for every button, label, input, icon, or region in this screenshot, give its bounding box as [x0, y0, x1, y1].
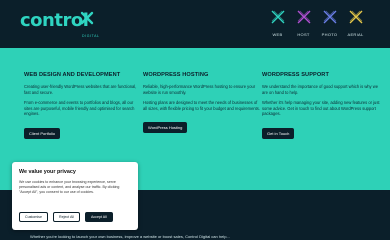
service-text: From e-commerce and events to portfolios…: [24, 100, 135, 117]
service-support: WORDPRESS SUPPORT We understand the impo…: [262, 72, 380, 140]
x-cross-icon: [297, 10, 310, 24]
nav-label: AERIAL: [347, 32, 364, 37]
service-text: We understand the importance of good sup…: [262, 84, 378, 95]
wordpress-hosting-button[interactable]: WordPress Hosting: [143, 122, 188, 134]
nav-label: HOST: [297, 32, 310, 37]
logo-text: control: [20, 10, 89, 31]
service-title: WORDPRESS HOSTING: [143, 72, 209, 78]
cookie-consent-dialog: We value your privacy We use cookies to …: [12, 162, 138, 230]
accept-all-button[interactable]: Accept All: [84, 212, 113, 222]
nav-label: WEB: [272, 32, 283, 37]
x-cross-icon: [323, 10, 336, 24]
nav-item-host[interactable]: HOST: [290, 8, 317, 37]
service-web-design: WEB DESIGN AND DEVELOPMENT Creating user…: [24, 72, 142, 140]
nav-item-aerial[interactable]: AERIAL: [342, 8, 369, 37]
main-nav: WEB HOST PHOTO AERIAL: [264, 8, 368, 37]
nav-item-photo[interactable]: PHOTO: [316, 8, 343, 37]
logo[interactable]: control DIGITAL: [20, 10, 99, 39]
service-text: Creating user-friendly WordPress website…: [24, 84, 137, 95]
service-text: Whether it's help managing your site, ad…: [262, 100, 380, 117]
intro-text: Whether you're looking to launch your ow…: [30, 234, 230, 239]
service-hosting: WORDPRESS HOSTING Reliable, high-perform…: [143, 72, 261, 134]
service-text: Hosting plans are designed to meet the n…: [143, 100, 260, 111]
logo-subtitle: DIGITAL: [82, 34, 100, 38]
cookie-title: We value your privacy: [19, 169, 76, 175]
customise-button[interactable]: Customise: [19, 212, 48, 222]
service-text: Reliable, high-performance WordPress hos…: [143, 84, 256, 95]
nav-item-web[interactable]: WEB: [264, 8, 291, 37]
reject-all-button[interactable]: Reject All: [52, 212, 80, 222]
x-cross-icon: [349, 10, 362, 24]
cookie-buttons: Customise Reject All Accept All: [19, 212, 118, 222]
service-title: WORDPRESS SUPPORT: [262, 72, 329, 78]
client-portfolio-button[interactable]: Client Portfolio: [24, 127, 61, 139]
cookie-text: We use cookies to enhance your browsing …: [19, 180, 120, 194]
service-title: WEB DESIGN AND DEVELOPMENT: [24, 72, 121, 78]
nav-label: PHOTO: [321, 32, 338, 37]
logo-x-icon: [80, 11, 94, 25]
get-in-touch-button[interactable]: Get in Touch: [262, 127, 295, 139]
site-header: control DIGITAL WEB HOST PHOTO AERIAL: [0, 0, 390, 48]
x-cross-icon: [271, 10, 284, 24]
